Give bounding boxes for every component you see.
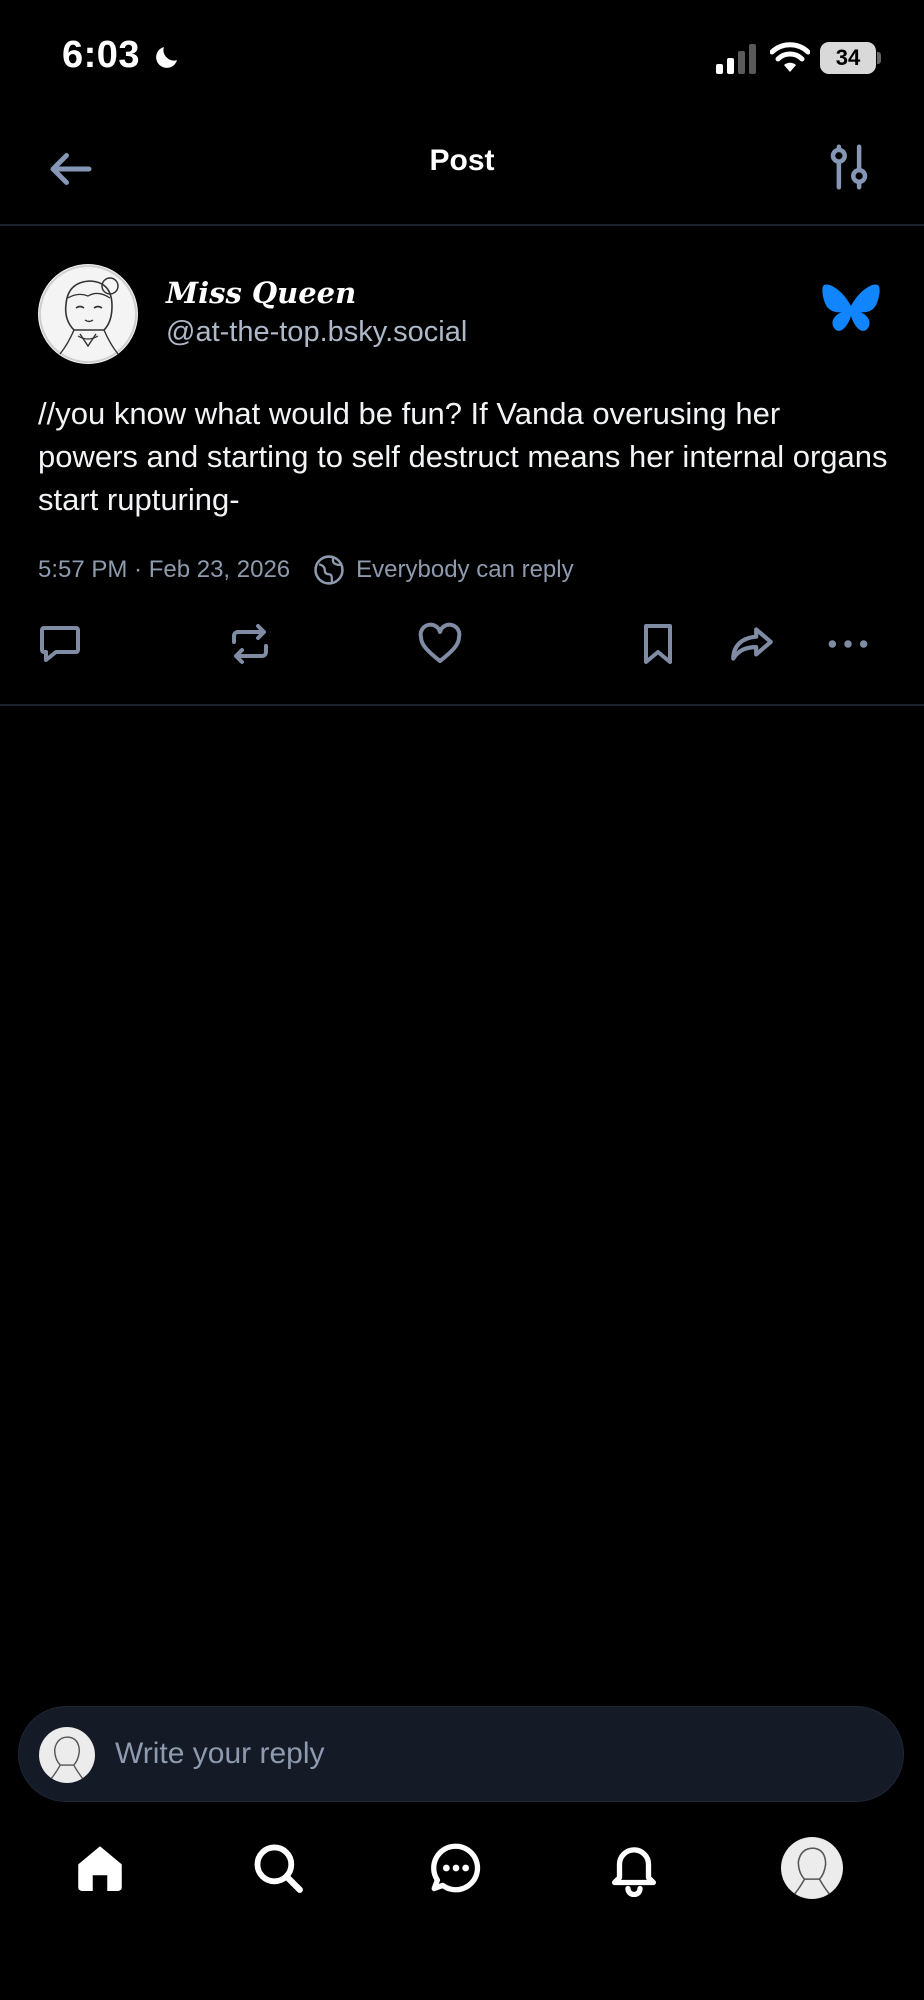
post-actions — [0, 612, 924, 688]
signal-icon — [716, 44, 756, 74]
tab-notifications[interactable] — [602, 1836, 666, 1900]
post-meta: 5:57 PM · Feb 23, 2026 Everybody can rep… — [38, 552, 574, 588]
reply-icon — [40, 626, 80, 662]
thread-settings-button[interactable] — [822, 140, 876, 194]
author-name[interactable]: Miss Queen — [166, 276, 356, 310]
globe-icon — [314, 555, 344, 585]
butterfly-icon — [822, 284, 880, 331]
sliders-icon — [830, 144, 868, 190]
author-handle[interactable]: @at-the-top.bsky.social — [166, 316, 467, 349]
wifi-icon — [770, 42, 810, 72]
reply-composer[interactable]: Write your reply — [18, 1706, 904, 1802]
repost-button[interactable] — [218, 612, 282, 676]
bookmark-icon — [644, 624, 672, 664]
repost-icon — [232, 624, 268, 664]
avatar-drawing — [39, 265, 137, 363]
profile-avatar — [781, 1837, 843, 1899]
search-icon — [254, 1844, 303, 1893]
moon-icon — [156, 47, 177, 68]
reply-button[interactable] — [28, 612, 92, 676]
home-icon — [78, 1846, 122, 1891]
status-time: 6:03 — [62, 34, 141, 76]
tab-chat[interactable] — [424, 1836, 488, 1900]
like-icon — [418, 622, 462, 663]
post-timestamp: 5:57 PM · Feb 23, 2026 — [38, 556, 291, 583]
reply-input-placeholder[interactable]: Write your reply — [115, 1737, 325, 1771]
reply-setting[interactable]: Everybody can reply — [356, 556, 573, 584]
author-avatar[interactable] — [38, 264, 138, 364]
tab-home[interactable] — [68, 1836, 132, 1900]
notifications-icon — [612, 1847, 656, 1897]
avatar-drawing — [782, 1838, 842, 1898]
battery-level: 34 — [835, 45, 861, 70]
more-options-button[interactable] — [816, 612, 880, 676]
status-bar: 6:03 34 — [0, 0, 924, 118]
bottom-tab-bar — [0, 1812, 924, 1932]
tab-search[interactable] — [246, 1836, 310, 1900]
post: Miss Queen @at-the-top.bsky.social //you… — [0, 228, 924, 706]
battery-icon: 34 — [820, 42, 882, 74]
bookmark-button[interactable] — [626, 612, 690, 676]
user-avatar — [39, 1727, 95, 1783]
post-text: //you know what would be fun? If Vanda o… — [38, 396, 888, 517]
avatar-drawing — [40, 1728, 94, 1782]
chat-icon — [431, 1843, 481, 1893]
more-icon — [828, 640, 868, 648]
like-button[interactable] — [408, 612, 472, 676]
share-icon — [731, 627, 773, 661]
page-title: Post — [429, 144, 495, 177]
tab-profile[interactable] — [780, 1836, 844, 1900]
post-header: Post — [0, 118, 924, 226]
share-button[interactable] — [720, 612, 784, 676]
